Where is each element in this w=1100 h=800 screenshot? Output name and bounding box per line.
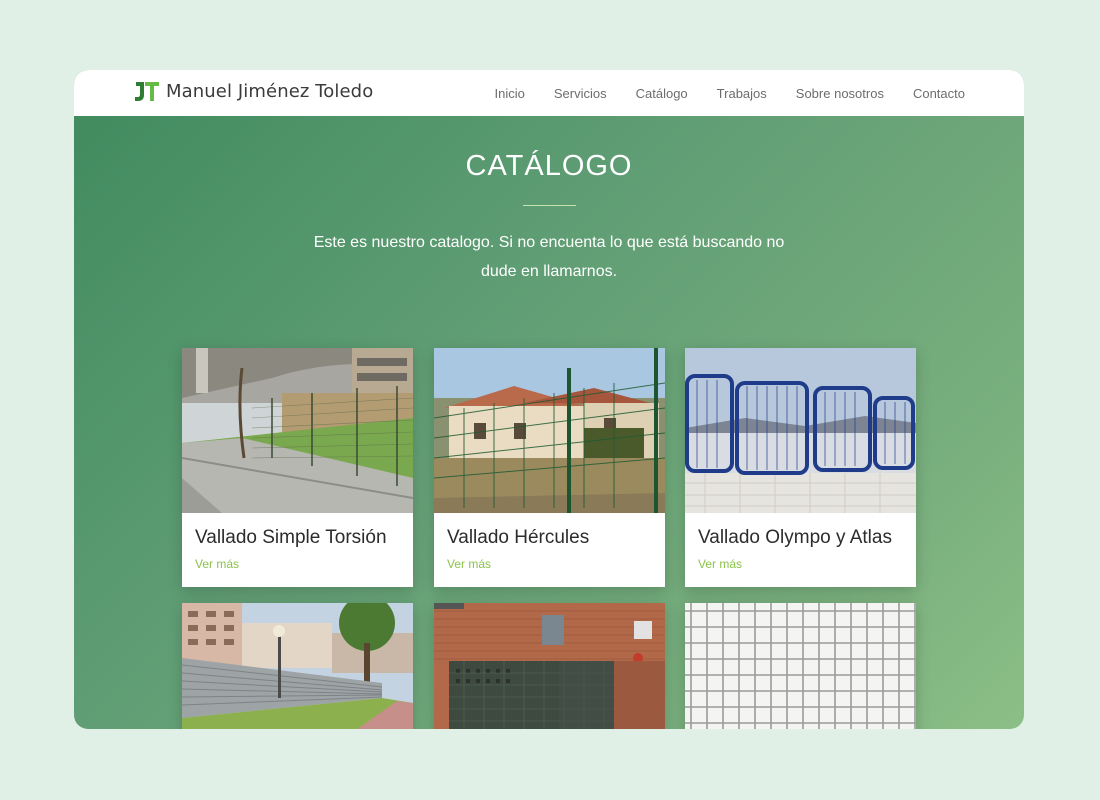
ver-mas-link[interactable]: Ver más (447, 557, 491, 571)
perforated-gate-brick-building-photo (434, 603, 665, 729)
ver-mas-link[interactable]: Ver más (698, 557, 742, 571)
nav-catalogo[interactable]: Catálogo (636, 86, 688, 101)
ver-mas-link[interactable]: Ver más (195, 557, 239, 571)
wire-mesh-grid-photo (685, 603, 916, 729)
product-card[interactable] (182, 603, 413, 729)
green-panel-fence-house-photo (434, 348, 665, 513)
metal-sheet-fence-street-photo (182, 603, 413, 729)
brand-logo[interactable]: Manuel Jiménez Toledo (134, 79, 373, 103)
card-title: Vallado Simple Torsión (195, 527, 387, 548)
nav-inicio[interactable]: Inicio (495, 86, 525, 101)
jt-logo-icon (135, 82, 159, 101)
chain-link-fence-street-photo (182, 348, 413, 513)
card-title: Vallado Hércules (447, 527, 590, 548)
card-title: Vallado Olympo y Atlas (698, 527, 892, 548)
product-card[interactable] (434, 603, 665, 729)
navbar: Manuel Jiménez Toledo Inicio Servicios C… (74, 70, 1024, 116)
nav-servicios[interactable]: Servicios (554, 86, 607, 101)
brand-name: Manuel Jiménez Toledo (166, 80, 374, 102)
product-card[interactable]: Vallado Simple Torsión Ver más (182, 348, 413, 587)
page-description: Este es nuestro catalogo. Si no encuenta… (313, 234, 785, 280)
browser-frame: Manuel Jiménez Toledo Inicio Servicios C… (74, 70, 1024, 729)
title-divider (523, 205, 576, 206)
product-card[interactable]: Vallado Olympo y Atlas Ver más (685, 348, 916, 587)
product-card[interactable] (685, 603, 916, 729)
nav-sobre-nosotros[interactable]: Sobre nosotros (796, 86, 884, 101)
nav-trabajos[interactable]: Trabajos (717, 86, 767, 101)
product-card[interactable]: Vallado Hércules Ver más (434, 348, 665, 587)
main-nav: Inicio Servicios Catálogo Trabajos Sobre… (466, 70, 965, 116)
page-title: CATÁLOGO (465, 150, 633, 182)
nav-contacto[interactable]: Contacto (913, 86, 965, 101)
blue-barrier-fence-wall-photo (685, 348, 916, 513)
